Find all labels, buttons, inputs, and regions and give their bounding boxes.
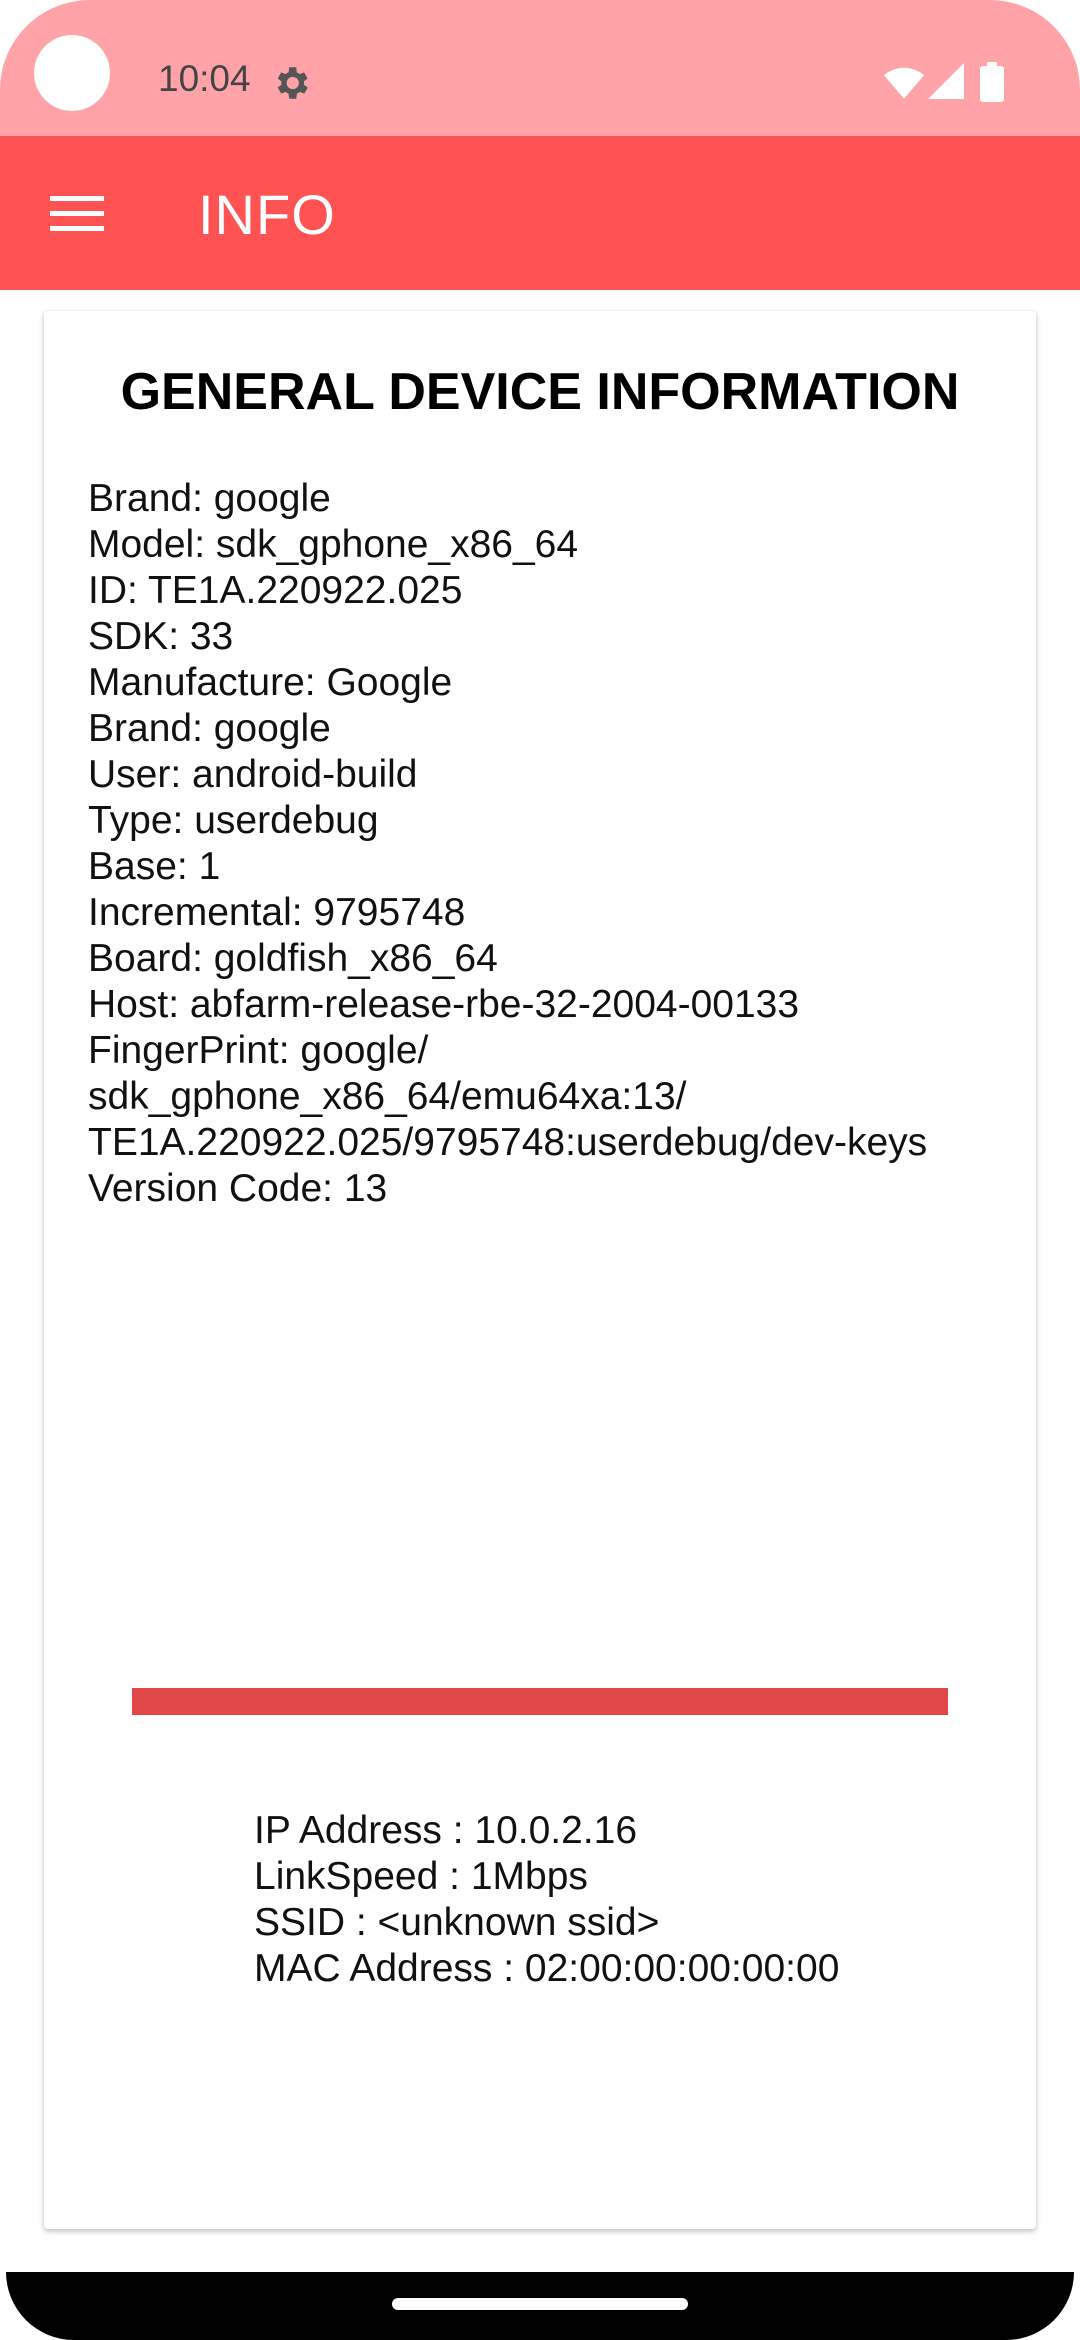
card-heading: GENERAL DEVICE INFORMATION xyxy=(120,363,960,421)
info-board: Board: goldfish_x86_64 xyxy=(88,937,498,980)
info-ssid: SSID : <unknown ssid> xyxy=(254,1901,660,1944)
app-bar xyxy=(0,136,1080,290)
wifi-icon xyxy=(884,67,924,99)
info-manufacture: Manufacture: Google xyxy=(88,661,453,704)
info-link-speed: LinkSpeed : 1Mbps xyxy=(254,1855,588,1898)
info-base: Base: 1 xyxy=(88,845,221,888)
signal-icon xyxy=(928,63,964,99)
camera-cutout xyxy=(34,35,110,111)
app-title: INFO xyxy=(198,183,336,246)
info-id: ID: TE1A.220922.025 xyxy=(88,569,463,612)
info-host: Host: abfarm-release-rbe-32-2004-00133 xyxy=(88,983,800,1026)
info-brand: Brand: google xyxy=(88,477,331,520)
info-sdk: SDK: 33 xyxy=(88,615,234,658)
info-model: Model: sdk_gphone_x86_64 xyxy=(88,523,579,566)
device-info-list: Brand: google Model: sdk_gphone_x86_64 I… xyxy=(88,476,988,1212)
info-brand-repeat: Brand: google xyxy=(88,707,331,750)
info-user: User: android-build xyxy=(88,753,418,796)
status-time: 10:04 xyxy=(158,58,251,99)
network-info-list: IP Address : 10.0.2.16 LinkSpeed : 1Mbps… xyxy=(254,1808,1014,1992)
info-fingerprint-cont-2: TE1A.220922.025/9795748:userdebug/dev-ke… xyxy=(88,1121,928,1164)
battery-icon xyxy=(980,62,1004,102)
info-incremental: Incremental: 9795748 xyxy=(88,891,466,934)
info-ip-address: IP Address : 10.0.2.16 xyxy=(254,1809,638,1852)
menu-icon[interactable] xyxy=(50,194,104,234)
info-mac-address: MAC Address : 02:00:00:00:00:00 xyxy=(254,1947,840,1990)
home-gesture-handle[interactable] xyxy=(392,2298,688,2310)
info-version-code: Version Code: 13 xyxy=(88,1167,388,1210)
info-fingerprint: FingerPrint: google/ xyxy=(88,1029,429,1072)
info-fingerprint-cont-1: sdk_gphone_x86_64/emu64xa:13/ xyxy=(88,1075,687,1118)
info-type: Type: userdebug xyxy=(88,799,379,842)
settings-icon xyxy=(277,67,308,99)
section-divider xyxy=(132,1688,948,1715)
